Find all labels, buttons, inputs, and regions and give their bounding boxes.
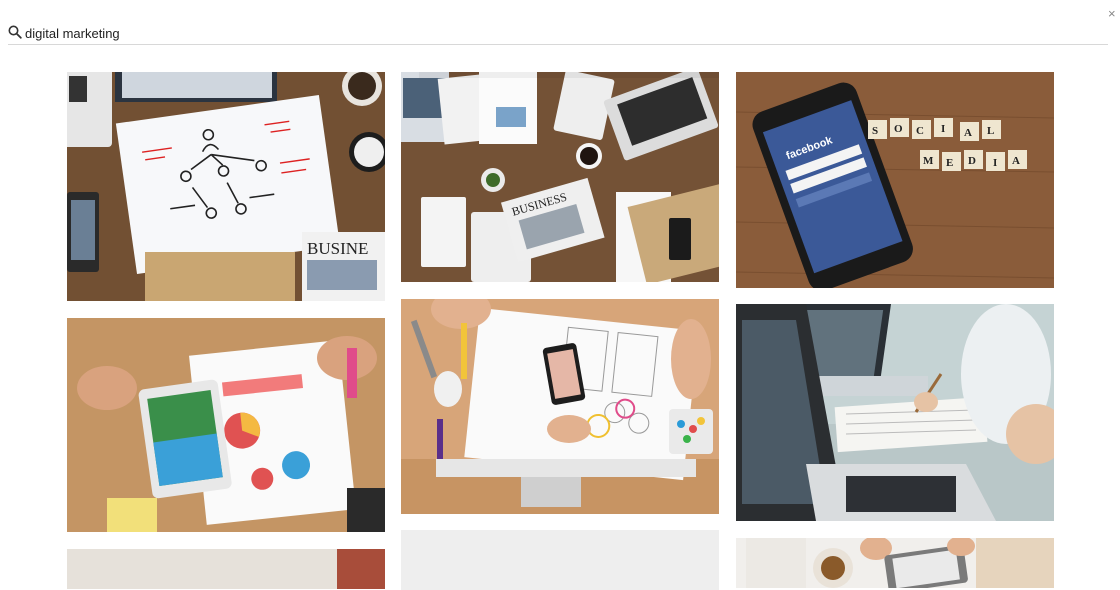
partial-photo-2 <box>401 530 719 590</box>
tile-letter: O <box>894 123 903 135</box>
image-result-6[interactable] <box>736 304 1054 521</box>
image-result-1[interactable]: BUSINE <box>67 72 385 301</box>
image-result-4[interactable] <box>67 318 385 532</box>
image-result-9[interactable] <box>736 538 1054 588</box>
tablet-charts-photo <box>67 318 385 532</box>
facebook-social-media-photo: facebook S O C I A L M E D I A <box>736 72 1054 288</box>
tile-letter: C <box>916 125 924 137</box>
partial-photo-1 <box>67 549 385 589</box>
business-desk-photo: BUSINESS <box>401 72 719 282</box>
image-result-2[interactable]: BUSINESS <box>401 72 719 282</box>
tile-letter: A <box>1012 155 1020 167</box>
sketches-smartphone-photo <box>401 299 719 514</box>
tile-letter: L <box>987 125 994 137</box>
image-result-5[interactable] <box>401 299 719 514</box>
newspaper-text: BUSINE <box>307 239 368 258</box>
tile-letter: E <box>946 157 953 169</box>
tile-letter: D <box>968 155 976 167</box>
workflow-diagram-photo: BUSINE <box>67 72 385 301</box>
coffee-tablet-photo <box>736 538 1054 588</box>
image-result-8[interactable] <box>401 530 719 590</box>
tile-letter: A <box>964 127 972 139</box>
tile-letter: I <box>993 157 997 169</box>
tile-letter: M <box>923 155 934 167</box>
tile-letter: I <box>941 123 945 135</box>
laptop-meeting-photo <box>736 304 1054 521</box>
image-result-3[interactable]: facebook S O C I A L M E D I A <box>736 72 1054 288</box>
image-results-grid: BUSINE BUSINESS facebook S O C I A L M E… <box>0 0 1120 590</box>
image-result-7[interactable] <box>67 549 385 589</box>
tile-letter: S <box>872 125 878 137</box>
